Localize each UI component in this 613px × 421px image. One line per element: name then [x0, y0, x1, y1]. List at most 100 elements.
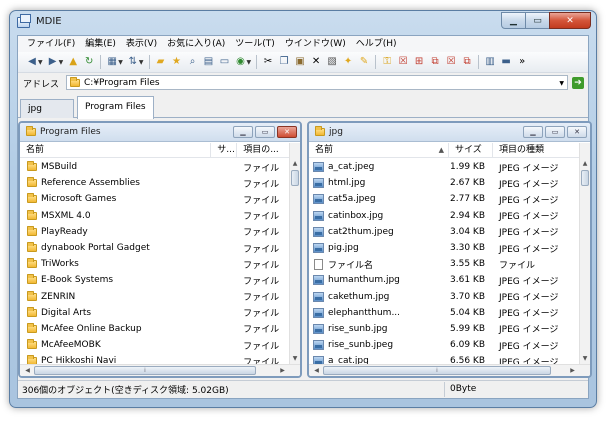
address-dropdown-icon[interactable]: ▼ [559, 80, 564, 87]
view-dropdown-icon[interactable]: ▼ [118, 59, 123, 66]
list-item[interactable]: E-Book Systems ファイル [20, 272, 289, 288]
list-item[interactable]: rise_sunb.jpeg 6.09 KB JPEG イメージ [309, 337, 579, 353]
right-hscroll-thumb[interactable]: ⁞ [323, 366, 551, 375]
back-dropdown-icon[interactable]: ▼ [38, 59, 43, 66]
scroll-up-icon[interactable]: ▲ [290, 158, 300, 169]
close-window-icon[interactable]: ☒ [397, 56, 409, 68]
menu-file[interactable]: ファイル(F) [22, 36, 80, 52]
rename-icon[interactable]: ✎ [358, 56, 370, 68]
right-vertical-scrollbar[interactable]: ▲ ▼ [579, 143, 590, 364]
column-size[interactable]: サ... [211, 143, 238, 158]
column-size[interactable]: サイズ [449, 143, 493, 158]
forward-dropdown-icon[interactable]: ▼ [59, 59, 64, 66]
list-item[interactable]: TriWorks ファイル [20, 256, 289, 272]
scroll-left-icon[interactable]: ◀ [311, 365, 322, 376]
forward-icon[interactable]: ▶ [47, 56, 59, 68]
menu-help[interactable]: ヘルプ(H) [351, 36, 402, 52]
right-scroll-thumb[interactable] [581, 170, 589, 186]
folder-icon[interactable]: ▰ [155, 56, 167, 68]
list-item[interactable]: humanthum.jpg 3.61 KB JPEG イメージ [309, 272, 579, 288]
title-bar[interactable]: MDIE ▁ ▭ ✕ [10, 11, 596, 34]
tab-jpg[interactable]: jpg [20, 99, 74, 118]
right-pane-close-button[interactable]: ✕ [567, 126, 587, 138]
view-icon[interactable]: ▦ [106, 56, 118, 68]
refresh-icon[interactable]: ↻ [83, 56, 95, 68]
left-scroll-thumb[interactable] [291, 170, 299, 186]
scroll-right-icon[interactable]: ▶ [567, 365, 578, 376]
address-value[interactable]: C:¥Program Files [84, 78, 160, 88]
paste-icon[interactable]: ▣ [294, 56, 306, 68]
right-horizontal-scrollbar[interactable]: ◀ ⁞ ▶ [309, 364, 590, 376]
app-window-icon[interactable] [17, 14, 31, 28]
minimize-all-icon[interactable]: ▬ [500, 56, 512, 68]
search-icon[interactable]: ⌕ [187, 56, 199, 68]
column-type[interactable]: 項目の... [237, 143, 289, 158]
cascade-2-icon[interactable]: ⧉ [461, 56, 473, 68]
close-button[interactable]: ✕ [549, 12, 591, 29]
up-folder-icon[interactable]: ▲ [67, 56, 79, 68]
list-item[interactable]: MSBuild ファイル [20, 159, 289, 175]
go-icon[interactable]: ➔ [572, 77, 584, 89]
menu-tools[interactable]: ツール(T) [230, 36, 280, 52]
list-item[interactable]: ファイル名 3.55 KB ファイル [309, 256, 579, 272]
scroll-right-icon[interactable]: ▶ [277, 365, 288, 376]
cascade-icon[interactable]: ⧉ [429, 56, 441, 68]
cut-icon[interactable]: ✂ [262, 56, 274, 68]
list-item[interactable]: rise_sunb.jpg 5.99 KB JPEG イメージ [309, 321, 579, 337]
list-item[interactable]: catinbox.jpg 2.94 KB JPEG イメージ [309, 208, 579, 224]
list-item[interactable]: a_cat.jpeg 1.99 KB JPEG イメージ [309, 159, 579, 175]
right-pane-titlebar[interactable]: jpg ▁ ▭ ✕ [309, 123, 590, 142]
card-icon[interactable]: ▤ [203, 56, 215, 68]
copy-icon[interactable]: ❐ [278, 56, 290, 68]
left-pane-close-button[interactable]: ✕ [277, 126, 297, 138]
list-item[interactable]: PC Hikkoshi Navi ファイル [20, 353, 289, 364]
list-item[interactable]: MSXML 4.0 ファイル [20, 208, 289, 224]
back-icon[interactable]: ◀ [26, 56, 38, 68]
list-item[interactable]: html.jpg 2.67 KB JPEG イメージ [309, 175, 579, 191]
left-pane-maximize-button[interactable]: ▭ [255, 126, 275, 138]
tile-icon[interactable]: ⊞ [413, 56, 425, 68]
list-item[interactable]: pig.jpg 3.30 KB JPEG イメージ [309, 240, 579, 256]
scroll-left-icon[interactable]: ◀ [22, 365, 33, 376]
column-type[interactable]: 項目の種類 [493, 143, 579, 158]
scroll-down-icon[interactable]: ▼ [290, 353, 300, 364]
scroll-down-icon[interactable]: ▼ [580, 353, 590, 364]
left-pane-minimize-button[interactable]: ▁ [233, 126, 253, 138]
lock-icon[interactable]: ⚿ [381, 56, 393, 68]
drive-icon[interactable]: ▭ [219, 56, 231, 68]
minimize-button[interactable]: ▁ [501, 12, 526, 29]
list-item[interactable]: Digital Arts ファイル [20, 305, 289, 321]
menu-view[interactable]: 表示(V) [121, 36, 162, 52]
address-input[interactable]: C:¥Program Files ▼ [66, 75, 568, 90]
layout-icon[interactable]: ▥ [484, 56, 496, 68]
favorite-icon[interactable]: ★ [171, 56, 183, 68]
properties-icon[interactable]: ▧ [326, 56, 338, 68]
sort-dropdown-icon[interactable]: ▼ [139, 59, 144, 66]
left-pane-titlebar[interactable]: Program Files ▁ ▭ ✕ [20, 123, 300, 142]
list-item[interactable]: cat5a.jpeg 2.77 KB JPEG イメージ [309, 191, 579, 207]
column-name[interactable]: 名前 ▲ [309, 143, 449, 158]
list-item[interactable]: cat2thum.jpeg 3.04 KB JPEG イメージ [309, 224, 579, 240]
maximize-button[interactable]: ▭ [525, 12, 550, 29]
list-item[interactable]: a_cat.jpg 6.56 KB JPEG イメージ [309, 353, 579, 364]
list-item[interactable]: ZENRIN ファイル [20, 289, 289, 305]
delete-icon[interactable]: ✕ [310, 56, 322, 68]
list-item[interactable]: dynabook Portal Gadget ファイル [20, 240, 289, 256]
scroll-up-icon[interactable]: ▲ [580, 158, 590, 169]
left-hscroll-thumb[interactable]: ⁞ [34, 366, 256, 375]
list-item[interactable]: PlayReady ファイル [20, 224, 289, 240]
tab-program-files[interactable]: Program Files [77, 96, 154, 119]
globe-icon[interactable]: ◉ [235, 56, 247, 68]
left-horizontal-scrollbar[interactable]: ◀ ⁞ ▶ [20, 364, 300, 376]
list-item[interactable]: cakethum.jpg 3.70 KB JPEG イメージ [309, 289, 579, 305]
list-item[interactable]: McAfeeMOBK ファイル [20, 337, 289, 353]
menu-edit[interactable]: 編集(E) [80, 36, 121, 52]
left-vertical-scrollbar[interactable]: ▲ ▼ [289, 143, 300, 364]
toolbar-overflow-icon[interactable]: » [516, 56, 528, 68]
sort-icon[interactable]: ⇅ [127, 56, 139, 68]
menu-window[interactable]: ウインドウ(W) [280, 36, 351, 52]
list-item[interactable]: Microsoft Games ファイル [20, 191, 289, 207]
new-folder-icon[interactable]: ✦ [342, 56, 354, 68]
list-item[interactable]: McAfee Online Backup ファイル [20, 321, 289, 337]
list-item[interactable]: elephantthum... 5.04 KB JPEG イメージ [309, 305, 579, 321]
